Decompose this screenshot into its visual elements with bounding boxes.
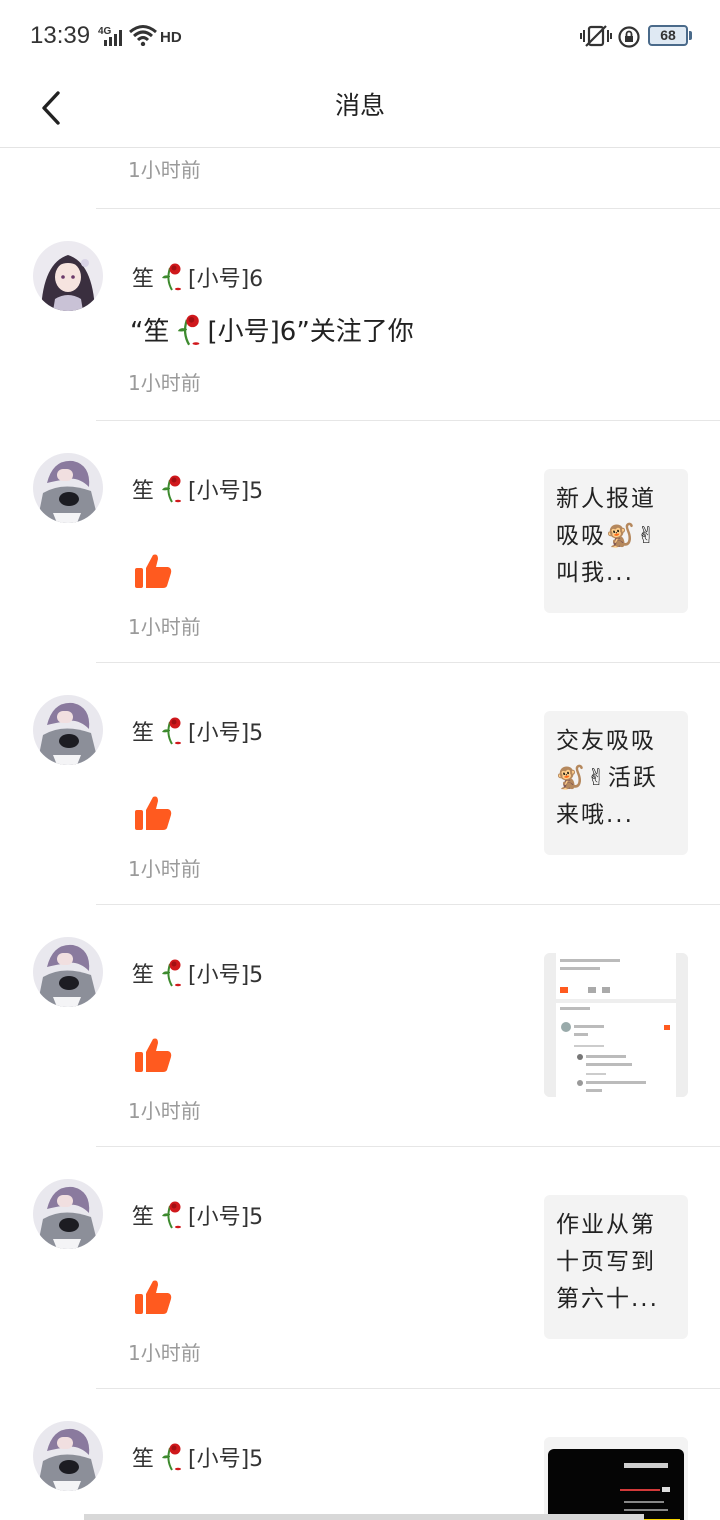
wilted-rose-icon bbox=[162, 1201, 182, 1229]
thumbnail-text: 新人报道吸吸🐒✌叫我... bbox=[556, 486, 658, 586]
wilted-rose-icon bbox=[162, 959, 182, 987]
avatar[interactable] bbox=[33, 241, 103, 311]
username[interactable]: 笙 [小号]5 bbox=[132, 473, 263, 505]
username-prefix: 笙 bbox=[132, 963, 155, 988]
username[interactable]: 笙 [小号]5 bbox=[132, 715, 263, 747]
username[interactable]: 笙 [小号]5 bbox=[132, 1441, 263, 1473]
thumbs-up-icon bbox=[135, 1038, 172, 1072]
username-suffix: [小号]5 bbox=[188, 721, 264, 746]
post-thumbnail[interactable] bbox=[544, 1437, 688, 1520]
avatar[interactable] bbox=[33, 1179, 103, 1249]
username[interactable]: 笙 [小号]5 bbox=[132, 1199, 263, 1231]
hd-badge: HD bbox=[160, 29, 182, 46]
post-thumbnail[interactable] bbox=[544, 953, 688, 1097]
post-thumbnail[interactable]: 新人报道吸吸🐒✌叫我... bbox=[544, 469, 688, 613]
post-thumbnail[interactable]: 交友吸吸🐒✌活跃来哦... bbox=[544, 711, 688, 855]
post-thumbnail[interactable]: 作业从第十页写到第六十... bbox=[544, 1195, 688, 1339]
item-time: 1小时前 bbox=[128, 371, 201, 395]
list-item[interactable]: 笙 [小号]6 “笙 [小号]6”关注了你 1小时前 bbox=[0, 209, 720, 420]
username-suffix: [小号]5 bbox=[188, 1447, 264, 1472]
wifi-icon bbox=[129, 25, 157, 46]
list-item[interactable]: 笙 [小号]5 1小时前 交友吸吸🐒✌活跃来哦... bbox=[0, 663, 720, 904]
rotation-lock-icon bbox=[618, 26, 640, 48]
wilted-rose-icon bbox=[178, 314, 200, 345]
item-time: 1小时前 bbox=[128, 158, 201, 182]
thumbnail-text: 作业从第十页写到第六十... bbox=[556, 1212, 659, 1312]
item-time: 1小时前 bbox=[128, 857, 201, 881]
username-prefix: 笙 bbox=[132, 479, 155, 504]
username[interactable]: 笙 [小号]5 bbox=[132, 957, 263, 989]
wilted-rose-icon bbox=[162, 1443, 182, 1471]
thumbs-up-icon bbox=[135, 796, 172, 830]
username-prefix: 笙 bbox=[132, 1447, 155, 1472]
wilted-rose-icon bbox=[162, 263, 182, 291]
username-prefix: 笙 bbox=[132, 267, 155, 292]
message-text: “笙 [小号]6”关注了你 bbox=[130, 311, 414, 348]
vibrate-mute-icon bbox=[580, 25, 612, 47]
battery-indicator: 68 bbox=[648, 25, 688, 46]
list-item[interactable]: 笙 [小号]5 1小时前 bbox=[0, 905, 720, 1146]
nav-bar: 消息 bbox=[0, 72, 720, 148]
thumbs-up-icon bbox=[135, 1280, 172, 1314]
item-time: 1小时前 bbox=[128, 1341, 201, 1365]
wilted-rose-icon bbox=[162, 475, 182, 503]
username-suffix: [小号]5 bbox=[188, 963, 264, 988]
item-time: 1小时前 bbox=[128, 615, 201, 639]
avatar[interactable] bbox=[33, 937, 103, 1007]
video-thumbnail-image bbox=[544, 1437, 688, 1520]
username-suffix: [小号]6 bbox=[188, 267, 264, 292]
message-open: “笙 bbox=[130, 317, 170, 347]
username[interactable]: 笙 [小号]6 bbox=[132, 261, 263, 293]
signal-icon bbox=[104, 30, 122, 46]
item-time: 1小时前 bbox=[128, 1099, 201, 1123]
avatar[interactable] bbox=[33, 453, 103, 523]
list-item[interactable]: 笙 [小号]5 1小时前 作业从第十页写到第六十... bbox=[0, 1147, 720, 1388]
battery-tip bbox=[689, 31, 692, 40]
username-prefix: 笙 bbox=[132, 1205, 155, 1230]
screenshot-thumbnail-image bbox=[544, 953, 688, 1097]
message-close: [小号]6”关注了你 bbox=[207, 317, 414, 347]
username-suffix: [小号]5 bbox=[188, 479, 264, 504]
page-title: 消息 bbox=[334, 91, 385, 120]
bottom-bar-edge bbox=[84, 1514, 644, 1520]
status-bar: 13:39 4G HD 68 bbox=[0, 0, 720, 72]
thumbs-up-icon bbox=[135, 554, 172, 588]
list-item[interactable]: 笙 [小号]5 1小时前 新人报道吸吸🐒✌叫我... bbox=[0, 421, 720, 662]
thumbnail-text: 交友吸吸🐒✌活跃来哦... bbox=[556, 728, 658, 828]
username-suffix: [小号]5 bbox=[188, 1205, 264, 1230]
list-item[interactable]: 笙 [小号]5 bbox=[0, 1389, 720, 1520]
username-prefix: 笙 bbox=[132, 721, 155, 746]
avatar[interactable] bbox=[33, 1421, 103, 1491]
wilted-rose-icon bbox=[162, 717, 182, 745]
avatar[interactable] bbox=[33, 695, 103, 765]
status-time: 13:39 bbox=[30, 22, 91, 49]
